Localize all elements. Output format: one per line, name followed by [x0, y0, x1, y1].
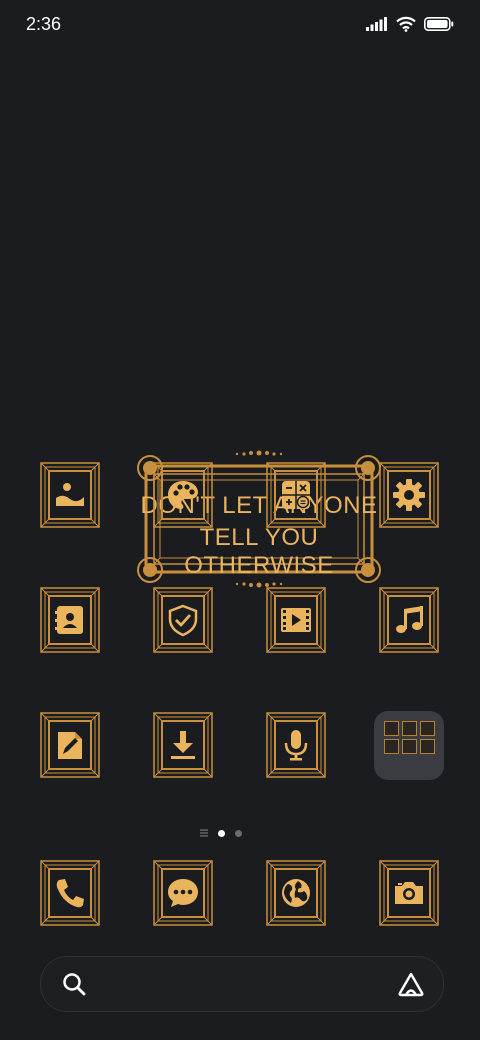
app-folder[interactable]	[374, 711, 444, 780]
app-themes[interactable]	[153, 462, 213, 528]
contacts-icon	[55, 606, 83, 634]
status-bar: 2:36	[0, 0, 480, 50]
app-video-player[interactable]	[266, 587, 326, 653]
search-bar[interactable]	[40, 956, 444, 1012]
phone-icon	[56, 879, 84, 908]
page-dot-active	[218, 829, 225, 837]
page-dot	[235, 829, 242, 837]
themes-icon	[168, 481, 198, 509]
page-indicator[interactable]	[200, 829, 242, 837]
app-messages[interactable]	[153, 860, 213, 926]
app-gallery[interactable]	[40, 462, 100, 528]
messages-icon	[168, 879, 198, 907]
globe-icon	[282, 879, 310, 907]
music-icon	[396, 606, 423, 633]
calculator-icon	[282, 481, 310, 509]
camera-icon	[395, 882, 423, 904]
app-phone[interactable]	[40, 860, 100, 926]
folder-app-icon	[402, 721, 417, 736]
app-contacts[interactable]	[40, 587, 100, 653]
settings-icon	[393, 479, 425, 511]
status-icons	[366, 16, 454, 32]
app-browser[interactable]	[266, 860, 326, 926]
folder-app-icon	[384, 721, 399, 736]
search-icon[interactable]	[61, 971, 87, 997]
folder-app-icon	[420, 721, 435, 736]
folder-app-icon	[420, 739, 435, 754]
microphone-icon	[284, 730, 308, 761]
app-recorder[interactable]	[266, 712, 326, 778]
app-music[interactable]	[379, 587, 439, 653]
app-downloads[interactable]	[153, 712, 213, 778]
list-icon	[200, 829, 208, 837]
wifi-icon	[396, 16, 416, 32]
app-settings[interactable]	[379, 462, 439, 528]
signal-icon	[366, 17, 387, 31]
folder-app-icon	[402, 739, 417, 754]
security-icon	[168, 604, 198, 637]
widget-line-2: TELL YOU OTHERWISE	[184, 524, 334, 579]
assistant-icon[interactable]	[397, 971, 425, 997]
clock: 2:36	[26, 14, 62, 34]
app-notes[interactable]	[40, 712, 100, 778]
downloads-icon	[171, 731, 195, 759]
gallery-icon	[56, 483, 84, 506]
folder-app-icon	[384, 739, 399, 754]
video-player-icon	[281, 608, 311, 632]
app-calculator[interactable]	[266, 462, 326, 528]
app-security[interactable]	[153, 587, 213, 653]
notes-icon	[58, 732, 82, 759]
battery-icon	[424, 17, 454, 31]
app-camera[interactable]	[379, 860, 439, 926]
